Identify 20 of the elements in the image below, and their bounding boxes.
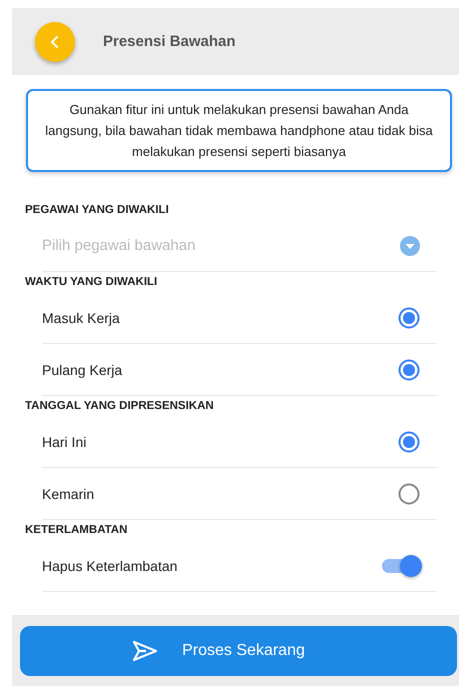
radio-selected[interactable] — [398, 430, 420, 452]
radio-unselected[interactable] — [398, 482, 420, 504]
page-title: Presensi Bawahan — [103, 33, 236, 50]
chevron-left-icon — [49, 34, 61, 48]
option-label: Kemarin — [42, 486, 94, 502]
section-label: PEGAWAI YANG DIWAKILI — [25, 203, 170, 218]
process-button[interactable]: Proses Sekarang — [20, 626, 457, 676]
option-label: Pulang Kerja — [42, 362, 122, 378]
send-icon — [132, 640, 158, 662]
radio-selected[interactable] — [398, 306, 420, 328]
option-label: Masuk Kerja — [42, 310, 120, 326]
section-label: WAKTU YANG DIWAKILI — [25, 275, 158, 290]
radio-selected[interactable] — [398, 358, 420, 380]
dropdown-icon — [400, 236, 420, 256]
employee-select[interactable]: Pilih pegawai bawahan — [42, 220, 437, 272]
info-text: Gunakan fitur ini untuk melakukan presensi bawahan Anda langsung, bila bawahan tidak membawa handphone atau tidak bisa melakukan presensi seperti biasanya — [45, 102, 433, 159]
option-label: Hari Ini — [42, 434, 86, 450]
section-label: KETERLAMBATAN — [25, 523, 128, 538]
section-label: TANGGAL YANG DIPRESENSIKAN — [25, 399, 215, 414]
option-label: Hapus Keterlambatan — [42, 558, 178, 574]
